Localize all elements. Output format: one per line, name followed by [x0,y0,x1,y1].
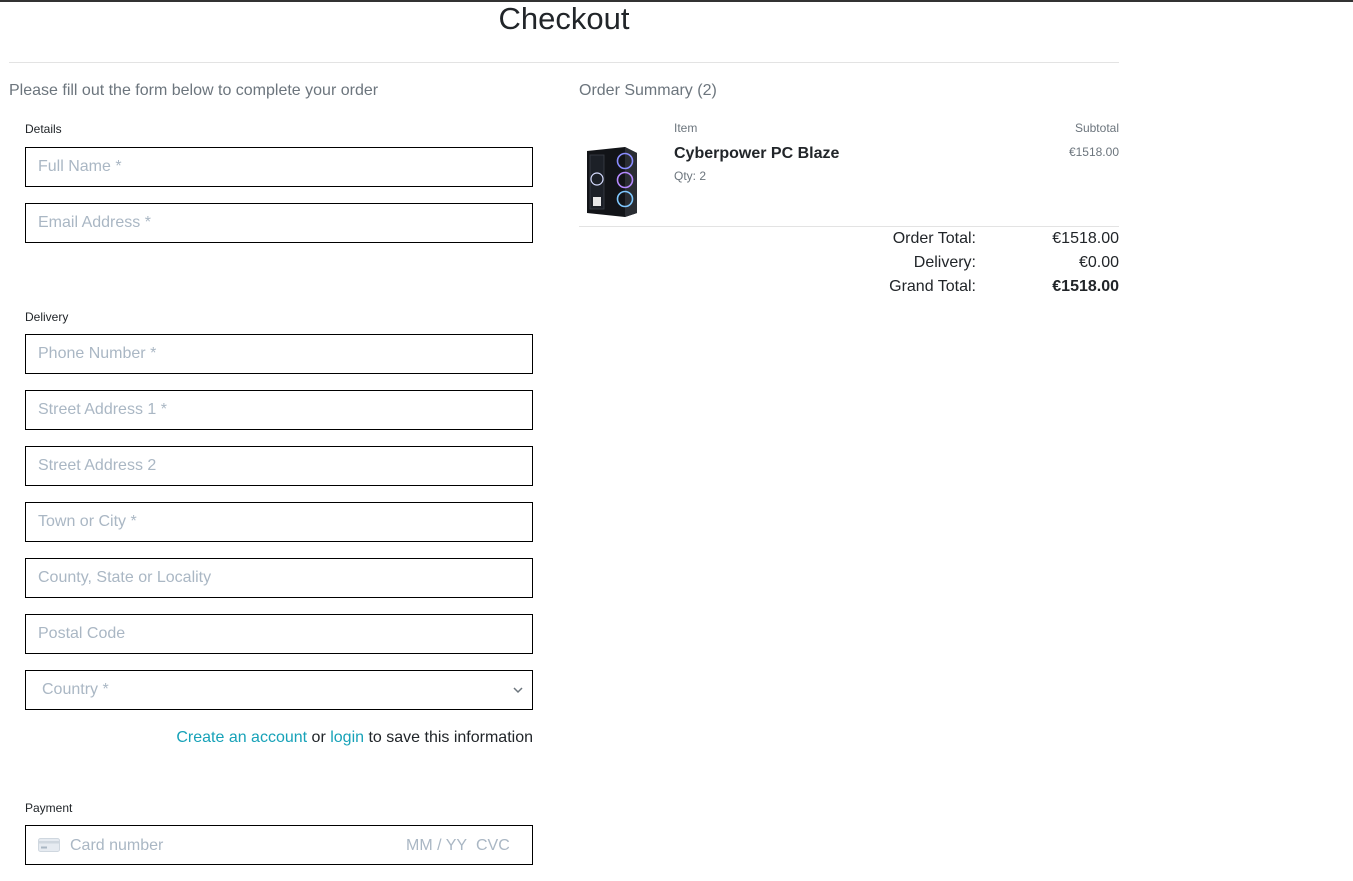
subtotal-column-header: Subtotal [1074,121,1119,135]
grand-total-label: Grand Total: [889,278,976,295]
save-info-or: or [307,729,331,746]
street-address-1-input[interactable] [25,390,533,430]
card-cvc-field[interactable]: CVC [476,836,510,856]
order-summary-title: Order Summary (2) [579,82,717,99]
country-select[interactable]: Country * [25,670,533,710]
card-number-field[interactable]: Card number [70,836,163,856]
full-name-input[interactable] [25,147,533,187]
card-element[interactable]: Card number MM / YY CVC [25,825,533,865]
country-select-value: Country * [42,681,109,698]
product-qty: Qty: 2 [674,169,707,183]
delivery-legend: Delivery [25,310,69,324]
product-image [579,143,644,219]
payment-legend: Payment [25,801,73,815]
checkout-page: Checkout Please fill out the form below … [0,0,1353,881]
item-column-header: Item [674,121,698,135]
town-city-input[interactable] [25,502,533,542]
postal-code-input[interactable] [25,614,533,654]
county-input[interactable] [25,558,533,598]
delivery-value: €0.00 [1078,254,1119,271]
order-total-label: Order Total: [892,230,976,247]
details-legend: Details [25,122,62,136]
product-subtotal: €1518.00 [1068,145,1119,159]
order-total-value: €1518.00 [1052,230,1119,247]
card-expiry-field[interactable]: MM / YY [406,836,467,856]
phone-input[interactable] [25,334,533,374]
page-title: Checkout [498,1,630,36]
login-link[interactable]: login [330,729,364,746]
save-info-text: Create an account or login to save this … [25,728,533,748]
credit-card-icon [38,838,60,852]
product-name: Cyberpower PC Blaze [674,145,840,162]
create-account-link[interactable]: Create an account [176,729,307,746]
save-info-suffix: to save this information [364,729,533,746]
chevron-down-icon [513,687,523,694]
title-divider [9,62,1119,63]
email-input[interactable] [25,203,533,243]
grand-total-value: €1518.00 [1052,278,1119,295]
street-address-2-input[interactable] [25,446,533,486]
summary-divider [579,226,1119,227]
delivery-label: Delivery: [913,254,976,271]
form-intro-text: Please fill out the form below to comple… [9,82,379,99]
